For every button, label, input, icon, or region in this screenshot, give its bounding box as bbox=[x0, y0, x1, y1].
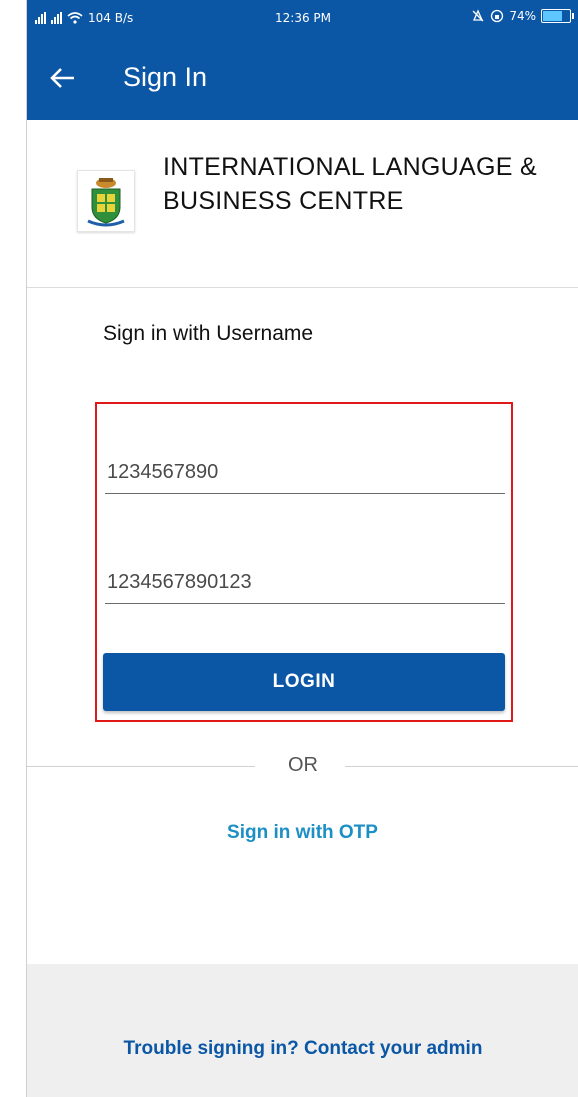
otp-signin-link[interactable]: Sign in with OTP bbox=[27, 822, 578, 844]
battery-fill bbox=[543, 11, 562, 21]
battery-icon bbox=[541, 9, 574, 23]
password-field-container bbox=[105, 562, 505, 604]
password-input[interactable] bbox=[105, 562, 505, 603]
login-button[interactable]: LOGIN bbox=[103, 653, 505, 711]
org-name: INTERNATIONAL LANGUAGE & BUSINESS CENTRE bbox=[163, 153, 537, 215]
contact-admin-link[interactable]: Trouble signing in? Contact your admin bbox=[27, 1038, 578, 1060]
phone-screen: 104 B/s 12:36 PM 74% Sign In INTERNATION… bbox=[26, 0, 578, 1097]
status-bar: 104 B/s 12:36 PM 74% bbox=[27, 0, 578, 36]
login-form: LOGIN bbox=[95, 402, 513, 722]
app-bar: Sign In bbox=[27, 36, 578, 120]
username-field-container bbox=[105, 452, 505, 494]
battery-percent: 74% bbox=[509, 9, 536, 23]
org-crest-icon bbox=[87, 178, 125, 227]
org-logo bbox=[77, 170, 135, 232]
or-divider: OR bbox=[27, 754, 578, 778]
status-right-group: 74% bbox=[471, 9, 574, 23]
section-title: Sign in with Username bbox=[103, 322, 314, 345]
divider-line-right bbox=[345, 766, 578, 767]
arrow-left-icon[interactable] bbox=[47, 62, 79, 94]
rotation-lock-icon bbox=[491, 9, 504, 23]
footer: Trouble signing in? Contact your admin bbox=[27, 964, 578, 1097]
page-title: Sign In bbox=[123, 62, 208, 92]
alarm-off-icon bbox=[472, 9, 484, 22]
org-header: INTERNATIONAL LANGUAGE & BUSINESS CENTRE bbox=[27, 120, 578, 288]
username-input[interactable] bbox=[105, 452, 505, 493]
